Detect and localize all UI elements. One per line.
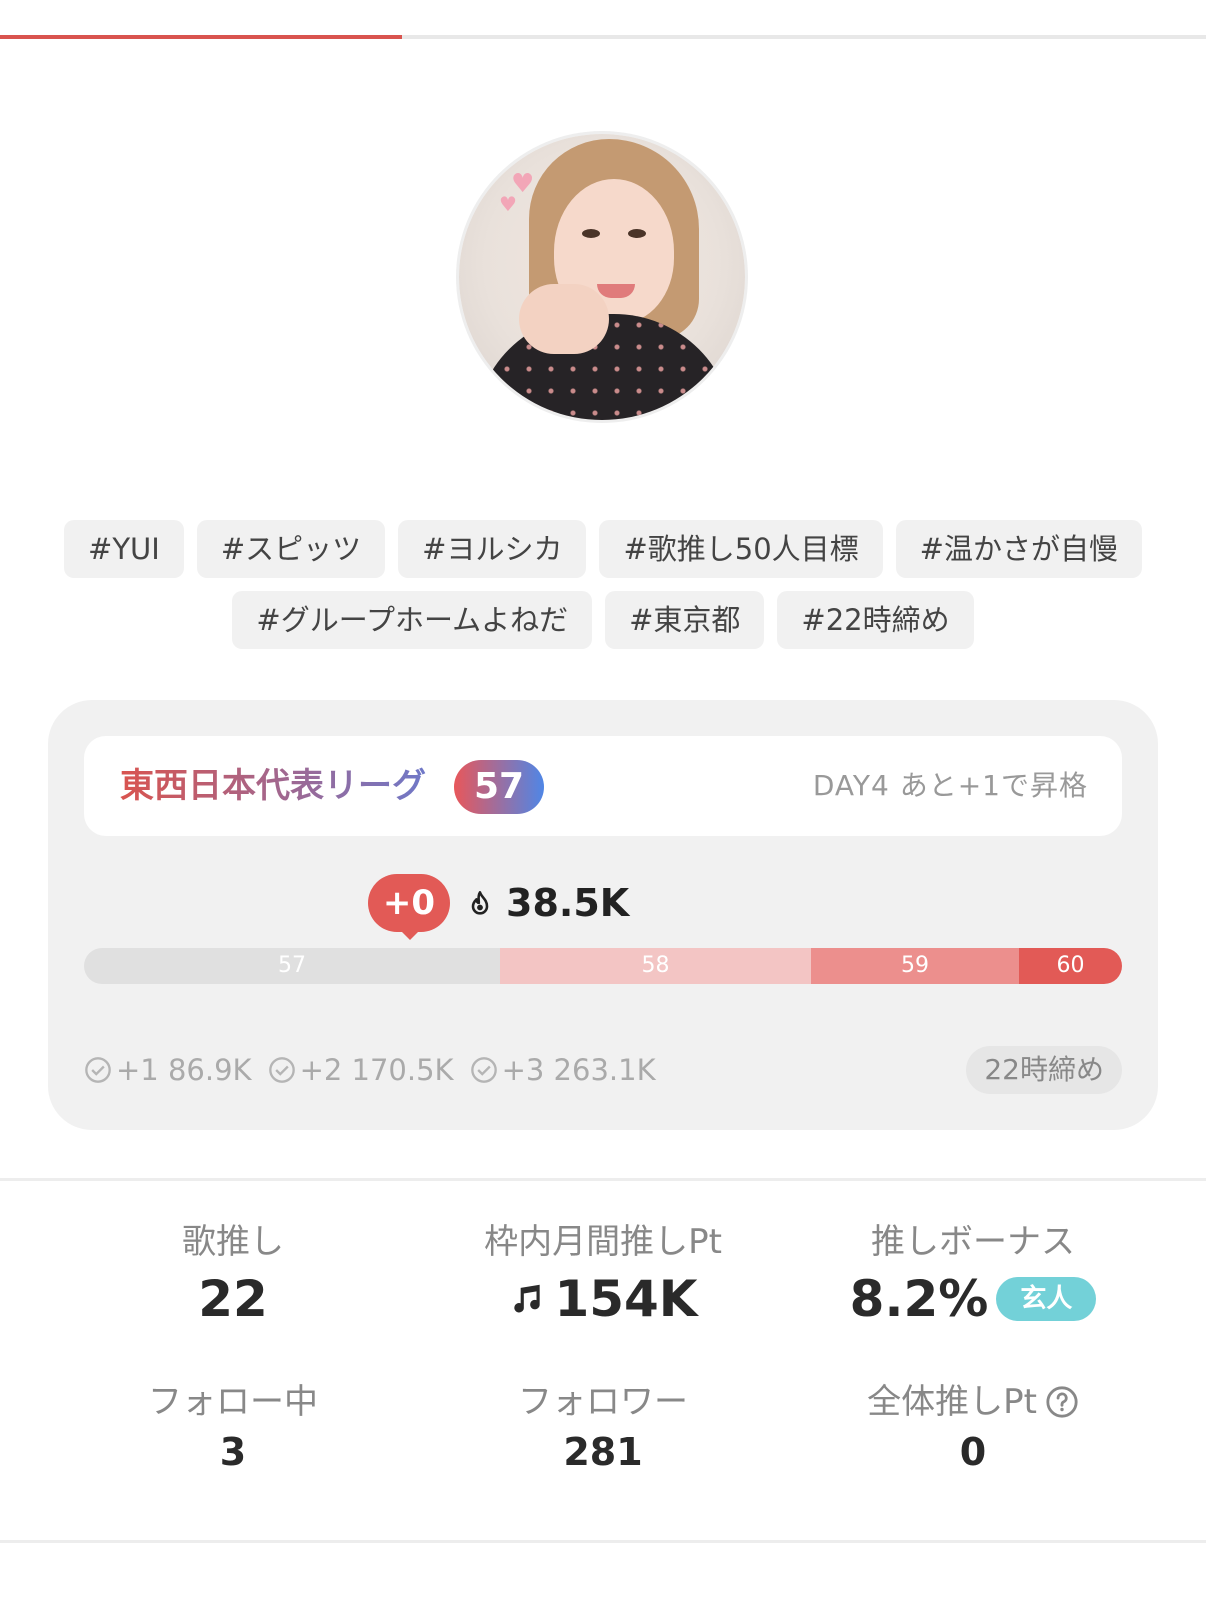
heart-icon: ♥: [499, 192, 517, 216]
tag-chip[interactable]: #22時締め: [777, 591, 974, 649]
league-status: DAY4 あと+1で昇格: [812, 769, 1088, 802]
league-card[interactable]: 東西日本代表リーグ 57 DAY4 あと+1で昇格 +0 38.5K 57 58…: [48, 700, 1158, 1130]
stat-label: 推しボーナス: [871, 1222, 1075, 1262]
stat-following[interactable]: フォロー中 3: [53, 1380, 413, 1480]
page-progress-track: [0, 35, 1206, 39]
stat-label: 全体推しPt: [867, 1382, 1037, 1422]
threshold-item: +3 263.1K: [470, 1048, 656, 1092]
page-progress-fill: [0, 35, 402, 39]
check-circle-icon: [470, 1057, 497, 1083]
stat-value: 3: [219, 1430, 247, 1474]
stat-value-row: 154K: [423, 1264, 783, 1334]
threshold-text: +1 86.9K: [116, 1053, 252, 1087]
tag-chip[interactable]: #ヨルシカ: [398, 520, 587, 578]
rank-delta-bubble: +0: [368, 874, 450, 932]
rank-segment-57: 57: [84, 948, 500, 984]
avatar-mouth: [597, 284, 635, 298]
tag-chip[interactable]: #温かさが自慢: [895, 520, 1142, 578]
section-divider: [0, 1540, 1206, 1543]
rank-progress-bar: 57 58 59 60: [84, 948, 1122, 984]
avatar-eye-left: [582, 229, 600, 238]
avatar-hand-shape: [519, 284, 609, 354]
stat-oshi-bonus[interactable]: 推しボーナス 8.2% 玄人: [793, 1220, 1153, 1334]
stat-followers[interactable]: フォロワー 281: [423, 1380, 783, 1480]
stat-label: フォロワー: [518, 1382, 688, 1422]
deadline-badge: 22時締め: [966, 1046, 1122, 1094]
rank-delta-tail: [400, 930, 420, 940]
stat-value: 281: [563, 1430, 643, 1474]
stat-label: 歌推し: [182, 1222, 284, 1262]
tag-chip[interactable]: #歌推し50人目標: [599, 520, 883, 578]
stat-value: 154K: [554, 1270, 698, 1328]
stat-value: 8.2%: [849, 1270, 989, 1328]
rank-thresholds: +1 86.9K +2 170.5K +3 263.1K: [84, 1048, 656, 1092]
league-name: 東西日本代表リーグ: [120, 736, 426, 836]
league-points: 38.5K: [506, 881, 630, 925]
section-divider: [0, 1178, 1206, 1181]
rank-segment-58: 58: [500, 948, 811, 984]
threshold-text: +3 263.1K: [501, 1053, 656, 1087]
stat-monthly-pt[interactable]: 枠内月間推しPt 154K: [423, 1220, 783, 1334]
tag-chip[interactable]: #グループホームよねだ: [232, 591, 593, 649]
stat-total-pt[interactable]: 全体推しPt 0: [793, 1380, 1153, 1480]
check-circle-icon: [268, 1057, 295, 1083]
tag-chip[interactable]: #東京都: [605, 591, 765, 649]
stat-uta-oshi[interactable]: 歌推し 22: [53, 1220, 413, 1334]
stat-label: 枠内月間推しPt: [484, 1222, 722, 1262]
rank-segment-60: 60: [1019, 948, 1122, 984]
tag-chip[interactable]: #スピッツ: [196, 520, 386, 578]
profile-avatar[interactable]: ♥ ♥: [459, 134, 745, 420]
tag-row: #YUI #スピッツ #ヨルシカ #歌推し50人目標 #温かさが自慢: [0, 520, 1206, 578]
stat-value: 22: [198, 1270, 268, 1328]
stat-label-row: 全体推しPt: [793, 1380, 1153, 1424]
league-rank-badge: 57: [454, 760, 544, 814]
flame-icon: [471, 891, 489, 915]
rank-badge: 玄人: [996, 1277, 1097, 1321]
rank-segment-59: 59: [811, 948, 1019, 984]
league-header[interactable]: 東西日本代表リーグ 57 DAY4 あと+1で昇格: [84, 736, 1122, 836]
music-note-icon: [514, 1284, 541, 1313]
stat-value: 0: [959, 1430, 987, 1474]
threshold-item: +2 170.5K: [268, 1048, 454, 1092]
threshold-item: +1 86.9K: [84, 1048, 252, 1092]
check-circle-icon: [85, 1057, 111, 1083]
stat-label: フォロー中: [148, 1382, 318, 1422]
help-icon[interactable]: [1045, 1385, 1079, 1419]
avatar-eye-right: [628, 229, 646, 238]
tag-row: #グループホームよねだ #東京都 #22時締め: [0, 591, 1206, 649]
tag-chip[interactable]: #YUI: [64, 520, 184, 578]
tag-list: #YUI #スピッツ #ヨルシカ #歌推し50人目標 #温かさが自慢 #グループ…: [0, 520, 1206, 662]
stat-value-row: 8.2% 玄人: [793, 1264, 1153, 1334]
threshold-text: +2 170.5K: [299, 1053, 454, 1087]
